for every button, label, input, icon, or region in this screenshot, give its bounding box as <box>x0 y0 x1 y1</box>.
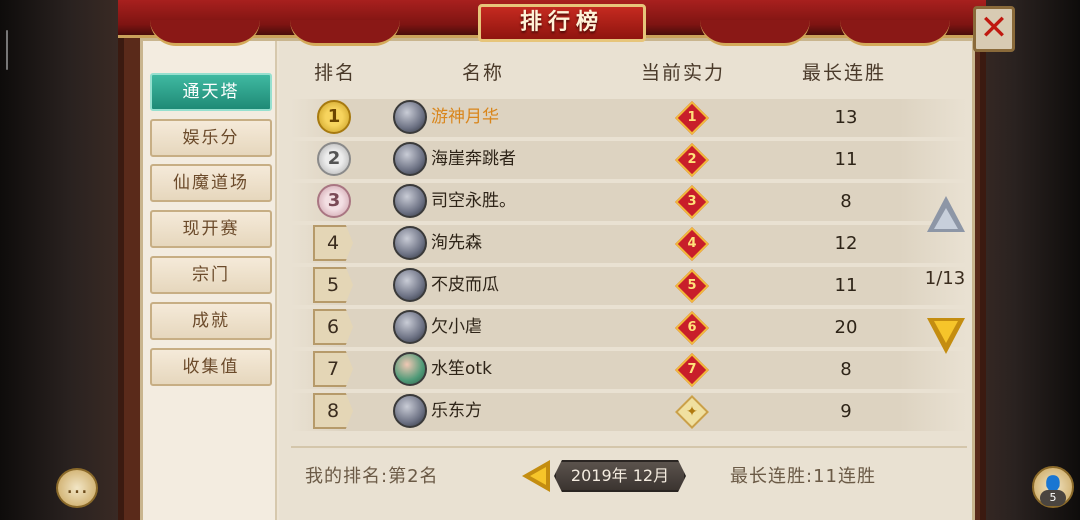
streak-value: 20 <box>834 317 858 338</box>
power-badge-icon: 2 <box>675 143 709 177</box>
player-name: 游神月华 <box>431 107 499 127</box>
streak-value: 13 <box>834 107 858 128</box>
edge-indicator <box>6 30 8 70</box>
silver-medal-icon: 2 <box>317 142 351 176</box>
table-row[interactable]: 3 司空永胜。 3 8 <box>291 183 967 221</box>
player-name: 欠小虐 <box>431 317 482 337</box>
avatar[interactable] <box>393 226 427 260</box>
power-badge-icon: 6 <box>675 311 709 345</box>
close-icon: ✕ <box>979 8 1009 48</box>
avatar[interactable] <box>393 310 427 344</box>
header-power: 当前实力 <box>641 62 726 84</box>
streak-value: 8 <box>840 359 852 380</box>
player-name: 乐东方 <box>431 401 482 421</box>
table-row[interactable]: 6 欠小虐 6 20 <box>291 309 967 347</box>
header-streak: 最长连胜 <box>802 62 887 84</box>
avatar[interactable] <box>393 142 427 176</box>
arrow-up-icon <box>934 208 958 229</box>
power-badge-icon: 5 <box>675 269 709 303</box>
footer-divider <box>291 446 967 448</box>
curtain-drape <box>700 20 810 46</box>
player-name: 司空永胜。 <box>431 191 516 211</box>
arrow-left-icon <box>530 467 546 485</box>
sidebar-item-yulefen[interactable]: 娱乐分 <box>150 119 272 157</box>
streak-value: 11 <box>834 275 858 296</box>
friends-count-badge: 5 <box>1040 490 1066 506</box>
gold-medal-icon: 1 <box>317 100 351 134</box>
avatar[interactable] <box>393 394 427 428</box>
rank-tag: 5 <box>313 267 353 303</box>
power-badge-icon: 1 <box>675 101 709 135</box>
avatar[interactable] <box>393 352 427 386</box>
rank-tag: 7 <box>313 351 353 387</box>
power-badge-icon: 3 <box>675 185 709 219</box>
player-name: 海崖奔跳者 <box>431 149 516 169</box>
table-row[interactable]: 5 不皮而瓜 5 11 <box>291 267 967 305</box>
curtain-drape <box>840 20 950 46</box>
header-name: 名称 <box>462 62 505 84</box>
player-name: 不皮而瓜 <box>431 275 499 295</box>
power-badge-icon: 7 <box>675 353 709 387</box>
streak-value: 12 <box>834 233 858 254</box>
chat-icon: … <box>66 474 88 499</box>
my-rank-text: 我的排名:第2名 <box>305 466 439 487</box>
table-row[interactable]: 4 洵先森 4 12 <box>291 225 967 263</box>
table-row[interactable]: 2 海崖奔跳者 2 11 <box>291 141 967 179</box>
page-title: 排行榜 <box>478 4 646 42</box>
background-left <box>0 0 120 520</box>
my-streak-text: 最长连胜:11连胜 <box>730 466 876 487</box>
table-row[interactable]: 8 乐东方 ✦ 9 <box>291 393 967 431</box>
curtain-drape <box>290 20 400 46</box>
table-row[interactable]: 7 水笙otk 7 8 <box>291 351 967 389</box>
sidebar-item-xiankaisai[interactable]: 现开赛 <box>150 210 272 248</box>
month-selector[interactable]: 2019年 12月 <box>554 460 686 492</box>
bronze-medal-icon: 3 <box>317 184 351 218</box>
sidebar-item-shoujizhi[interactable]: 收集值 <box>150 348 272 386</box>
sidebar-item-xianmodaochang[interactable]: 仙魔道场 <box>150 164 272 202</box>
streak-value: 8 <box>840 191 852 212</box>
power-badge-icon: 4 <box>675 227 709 261</box>
streak-value: 11 <box>834 149 858 170</box>
table-row[interactable]: 1 游神月华 1 13 <box>291 99 967 137</box>
page-indicator: 1/13 <box>924 268 966 289</box>
sidebar-item-chengjiu[interactable]: 成就 <box>150 302 272 340</box>
player-name: 洵先森 <box>431 233 482 253</box>
rank-tag: 4 <box>313 225 353 261</box>
sidebar-item-tongtianta[interactable]: 通天塔 <box>150 73 272 111</box>
avatar[interactable] <box>393 184 427 218</box>
curtain-drape <box>150 20 260 46</box>
rank-tag: 6 <box>313 309 353 345</box>
background-right <box>970 0 1080 520</box>
avatar[interactable] <box>393 268 427 302</box>
star-badge-icon: ✦ <box>675 395 709 429</box>
avatar[interactable] <box>393 100 427 134</box>
streak-value: 9 <box>840 401 852 422</box>
player-name: 水笙otk <box>431 359 492 379</box>
header-rank: 排名 <box>314 62 357 84</box>
chat-button[interactable]: … <box>56 468 98 508</box>
rank-tag: 8 <box>313 393 353 429</box>
close-button[interactable]: ✕ <box>973 6 1015 52</box>
sidebar-item-zongmen[interactable]: 宗门 <box>150 256 272 294</box>
arrow-down-icon <box>934 321 958 343</box>
